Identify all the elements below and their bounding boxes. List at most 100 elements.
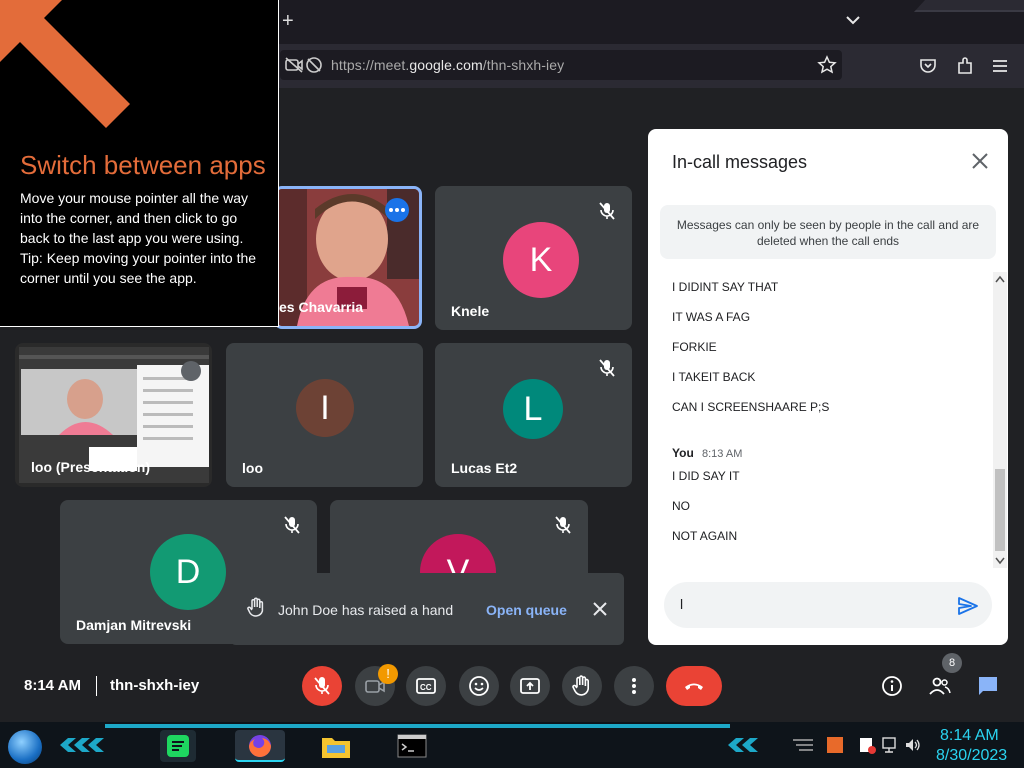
- more-horizontal-icon: [389, 208, 405, 212]
- svg-text:CC: CC: [420, 683, 432, 692]
- menu-icon[interactable]: [990, 56, 1010, 76]
- present-screen-button[interactable]: [510, 666, 550, 706]
- tip-hint-text: Tip: Keep moving your pointer into the c…: [20, 250, 257, 286]
- chat-message: I TAKEIT BACK: [672, 370, 756, 384]
- message-sender: You: [672, 446, 694, 460]
- divider: [96, 676, 97, 696]
- participant-tile[interactable]: K Knele: [435, 186, 632, 330]
- message-time: 8:13 AM: [702, 448, 743, 460]
- info-icon[interactable]: [880, 674, 904, 698]
- participant-name: Lucas Et2: [451, 460, 518, 476]
- switch-apps-tip: Switch between apps Move your mouse poin…: [0, 0, 279, 327]
- screen: + https://meet.google.com/thn-shxh-iey e…: [0, 0, 1024, 768]
- new-tab-button[interactable]: +: [282, 10, 294, 32]
- present-icon: [520, 678, 540, 694]
- open-queue-link[interactable]: Open queue: [486, 602, 567, 618]
- extensions-icon[interactable]: [955, 56, 975, 76]
- firefox-icon: [249, 735, 271, 757]
- url-text: https://meet.google.com/thn-shxh-iey: [331, 57, 565, 73]
- mic-off-icon: [599, 202, 615, 220]
- mic-off-icon: [284, 516, 300, 534]
- participant-tile-active[interactable]: es Chavarria: [274, 186, 422, 329]
- participant-name: es Chavarria: [279, 299, 364, 315]
- raised-hand-text: John Doe has raised a hand: [278, 602, 454, 618]
- chat-message: IT WAS A FAG: [672, 310, 751, 324]
- chat-notice: Messages can only be seen by people in t…: [660, 205, 996, 259]
- in-call-messages-panel: In-call messages Messages can only be se…: [648, 129, 1008, 645]
- chat-icon[interactable]: [976, 674, 1000, 698]
- start-button[interactable]: [8, 730, 42, 764]
- hand-icon: [247, 597, 264, 617]
- network-icon[interactable]: [881, 736, 899, 754]
- chevron-down-icon[interactable]: [845, 12, 861, 28]
- taskbar: 8:14 AM 8/30/2023: [0, 722, 1024, 768]
- bookmark-star-icon[interactable]: [817, 55, 837, 75]
- meeting-time: 8:14 AM: [24, 677, 81, 694]
- arrow-up-left-icon: [0, 0, 130, 128]
- participant-tile[interactable]: I loo: [226, 343, 423, 487]
- volume-icon[interactable]: [904, 736, 922, 754]
- file-explorer-button[interactable]: [318, 730, 354, 762]
- participant-count-badge: 8: [942, 653, 962, 673]
- captions-button[interactable]: CC: [406, 666, 446, 706]
- taskbar-clock-time[interactable]: 8:14 AM: [940, 727, 999, 745]
- more-options-button[interactable]: [385, 198, 409, 222]
- avatar: I: [296, 379, 354, 437]
- chat-message: NO: [672, 499, 690, 513]
- close-icon[interactable]: [591, 600, 609, 618]
- notes-app-button[interactable]: [160, 730, 196, 762]
- taskbar-clock-date[interactable]: 8/30/2023: [936, 747, 1007, 765]
- avatar: D: [150, 534, 226, 610]
- camera-warning-badge: !: [378, 664, 398, 684]
- mic-off-icon: [599, 359, 615, 377]
- participant-name: loo: [242, 460, 263, 476]
- terminal-button[interactable]: [394, 730, 430, 762]
- raised-hand-notification: John Doe has raised a hand Open queue: [230, 573, 624, 645]
- url-bar[interactable]: https://meet.google.com/thn-shxh-iey: [280, 50, 842, 80]
- hand-icon: [572, 675, 589, 696]
- pocket-icon[interactable]: [918, 56, 938, 76]
- tip-body: Move your mouse pointer all the way into…: [20, 188, 270, 288]
- show-hidden-icons-icon[interactable]: [792, 738, 814, 752]
- close-icon[interactable]: [968, 149, 992, 173]
- scrollbar-thumb[interactable]: [995, 469, 1005, 551]
- participant-name: Damjan Mitrevski: [76, 617, 192, 633]
- tip-body-text: Move your mouse pointer all the way into…: [20, 190, 248, 246]
- avatar: K: [503, 222, 579, 298]
- camera-blocked-icon[interactable]: [284, 55, 304, 75]
- microphone-toggle-button[interactable]: [302, 666, 342, 706]
- send-icon[interactable]: [956, 594, 980, 618]
- more-vertical-icon: [632, 678, 636, 694]
- terminal-icon: [397, 734, 427, 758]
- emoji-icon: [469, 676, 489, 696]
- captions-icon: CC: [416, 678, 436, 694]
- participant-tile-presentation[interactable]: loo (Presentation): [15, 343, 212, 487]
- leave-call-button[interactable]: [666, 666, 722, 706]
- taskbar-decoration: [728, 738, 758, 752]
- participant-name: loo (Presentation): [31, 459, 151, 475]
- raise-hand-button[interactable]: [562, 666, 602, 706]
- meeting-code: thn-shxh-iey: [110, 677, 200, 694]
- chat-message: I DID SAY IT: [672, 469, 740, 483]
- more-options-button[interactable]: [614, 666, 654, 706]
- notes-icon: [167, 735, 189, 757]
- firefox-button[interactable]: [235, 730, 285, 762]
- tray-app-icon[interactable]: [826, 736, 844, 754]
- chat-message: CAN I SCREENSHAARE P;S: [672, 400, 830, 414]
- reactions-button[interactable]: [459, 666, 499, 706]
- participant-tile[interactable]: L Lucas Et2: [435, 343, 632, 487]
- chat-title: In-call messages: [672, 152, 808, 172]
- chat-message: NOT AGAIN: [672, 529, 738, 543]
- mic-off-icon: [555, 516, 571, 534]
- mic-blocked-icon[interactable]: [304, 55, 324, 75]
- chat-message-input[interactable]: l: [664, 582, 992, 628]
- phone-hangup-icon: [685, 683, 703, 690]
- chat-message: FORKIE: [672, 340, 717, 354]
- chat-message: I DIDINT SAY THAT: [672, 280, 779, 294]
- folder-icon: [322, 738, 350, 758]
- action-center-icon[interactable]: [858, 736, 876, 754]
- tip-title: Switch between apps: [20, 150, 266, 180]
- people-icon[interactable]: [928, 674, 952, 698]
- taskbar-accent: [105, 724, 730, 728]
- window-frame-decoration: [914, 0, 1024, 12]
